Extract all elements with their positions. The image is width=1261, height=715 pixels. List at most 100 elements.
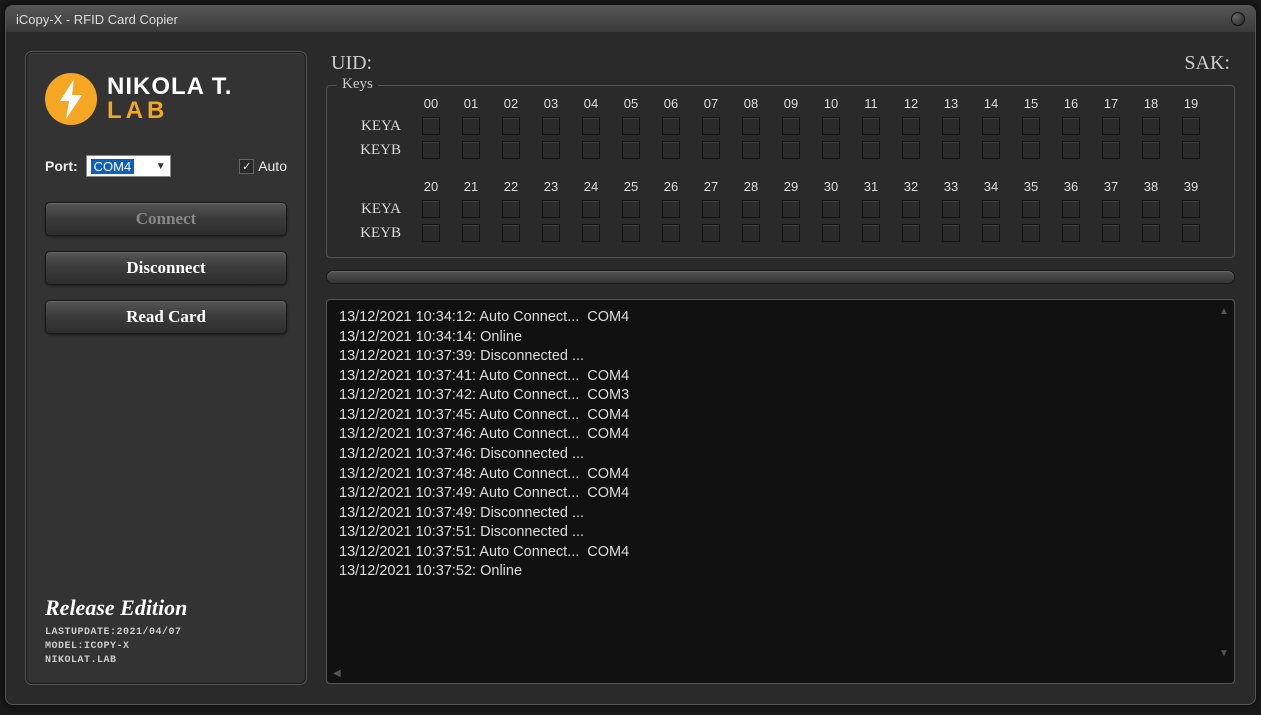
close-icon[interactable]: [1231, 12, 1245, 26]
scrollbar-horizontal[interactable]: ◀: [333, 667, 1214, 679]
info-row: UID: SAK:: [326, 52, 1235, 85]
key-indicator: [742, 200, 760, 218]
meta-model: MODEL:ICOPY-X: [45, 640, 287, 654]
key-col-header: 06: [653, 96, 689, 111]
key-col-header: 25: [613, 179, 649, 194]
key-indicator: [1142, 200, 1160, 218]
port-label: Port:: [45, 158, 78, 174]
key-indicator: [502, 224, 520, 242]
key-row: KEYB: [339, 224, 1222, 242]
log-line: 13/12/2021 10:37:45: Auto Connect... COM…: [339, 406, 1228, 426]
key-col-header: 05: [613, 96, 649, 111]
key-indicator: [862, 224, 880, 242]
scroll-left-icon[interactable]: ◀: [333, 668, 341, 679]
key-indicator: [1182, 224, 1200, 242]
key-indicator: [502, 141, 520, 159]
keys-legend: Keys: [337, 76, 378, 93]
key-col-header: 08: [733, 96, 769, 111]
key-col-header: 35: [1013, 179, 1049, 194]
key-col-header: 11: [853, 96, 889, 111]
log-content[interactable]: 13/12/2021 10:34:12: Auto Connect... COM…: [339, 308, 1228, 677]
keys-panel: Keys 00010203040506070809101112131415161…: [326, 85, 1235, 258]
key-indicator: [782, 141, 800, 159]
uid-label: UID:: [331, 52, 372, 75]
key-indicator: [862, 200, 880, 218]
key-indicator: [862, 117, 880, 135]
log-line: 13/12/2021 10:37:52: Online: [339, 562, 1228, 582]
key-indicator: [662, 200, 680, 218]
key-indicator: [702, 141, 720, 159]
log-line: 13/12/2021 10:37:42: Auto Connect... COM…: [339, 386, 1228, 406]
key-row-label: KEYA: [339, 118, 409, 135]
key-col-header: 32: [893, 179, 929, 194]
key-indicator: [1102, 141, 1120, 159]
log-line: 13/12/2021 10:37:48: Auto Connect... COM…: [339, 465, 1228, 485]
key-indicator: [902, 200, 920, 218]
scrollbar-vertical[interactable]: ▲ ▼: [1218, 306, 1230, 659]
titlebar[interactable]: iCopy-X - RFID Card Copier: [6, 6, 1255, 32]
key-indicator: [782, 117, 800, 135]
key-indicator: [462, 117, 480, 135]
auto-checkbox-wrap: ✓ Auto: [239, 158, 287, 174]
key-col-header: 07: [693, 96, 729, 111]
key-indicator: [1062, 117, 1080, 135]
key-col-header: 31: [853, 179, 889, 194]
key-indicator: [942, 117, 960, 135]
key-col-header: 30: [813, 179, 849, 194]
key-indicator: [662, 117, 680, 135]
key-indicator: [502, 117, 520, 135]
key-indicator: [542, 200, 560, 218]
scroll-up-icon[interactable]: ▲: [1219, 306, 1229, 317]
key-col-header: 09: [773, 96, 809, 111]
key-indicator: [782, 200, 800, 218]
app-window: iCopy-X - RFID Card Copier NIKOLA T. LAB…: [5, 5, 1256, 705]
key-indicator: [702, 224, 720, 242]
key-col-header: 01: [453, 96, 489, 111]
key-col-header: 02: [493, 96, 529, 111]
log-line: 13/12/2021 10:37:49: Disconnected ...: [339, 504, 1228, 524]
key-indicator: [862, 141, 880, 159]
bolt-icon: [45, 73, 97, 125]
key-indicator: [702, 117, 720, 135]
key-indicator: [542, 224, 560, 242]
logo-line2: LAB: [107, 99, 232, 123]
log-line: 13/12/2021 10:37:51: Auto Connect... COM…: [339, 543, 1228, 563]
key-indicator: [902, 141, 920, 159]
key-col-header: 10: [813, 96, 849, 111]
connect-button[interactable]: Connect: [45, 202, 287, 236]
key-indicator: [742, 117, 760, 135]
port-select[interactable]: COM4 ▼: [86, 155, 171, 177]
key-indicator: [1182, 117, 1200, 135]
logo: NIKOLA T. LAB: [45, 73, 287, 125]
read-card-button[interactable]: Read Card: [45, 300, 287, 334]
key-indicator: [982, 141, 1000, 159]
log-line: 13/12/2021 10:34:14: Online: [339, 328, 1228, 348]
key-row-label: KEYA: [339, 201, 409, 218]
sak-label: SAK:: [1184, 52, 1230, 75]
key-indicator: [1102, 200, 1120, 218]
key-indicator: [1142, 224, 1160, 242]
key-col-header: 29: [773, 179, 809, 194]
key-indicator: [782, 224, 800, 242]
sidebar: NIKOLA T. LAB Port: COM4 ▼ ✓ Auto Connec…: [26, 52, 306, 684]
key-row: KEYA: [339, 117, 1222, 135]
scroll-down-icon[interactable]: ▼: [1219, 648, 1229, 659]
disconnect-button[interactable]: Disconnect: [45, 251, 287, 285]
key-col-header: 17: [1093, 96, 1129, 111]
key-indicator: [742, 141, 760, 159]
key-col-header: 38: [1133, 179, 1169, 194]
logo-text: NIKOLA T. LAB: [107, 75, 232, 123]
port-value: COM4: [91, 159, 135, 174]
key-indicator: [1182, 141, 1200, 159]
key-col-header: 19: [1173, 96, 1209, 111]
key-indicator: [462, 224, 480, 242]
key-col-header: 23: [533, 179, 569, 194]
window-title: iCopy-X - RFID Card Copier: [16, 12, 178, 27]
auto-checkbox[interactable]: ✓: [239, 159, 254, 174]
key-indicator: [822, 224, 840, 242]
key-indicator: [422, 200, 440, 218]
key-indicator: [942, 141, 960, 159]
key-col-header: 18: [1133, 96, 1169, 111]
key-indicator: [982, 200, 1000, 218]
key-indicator: [1062, 224, 1080, 242]
